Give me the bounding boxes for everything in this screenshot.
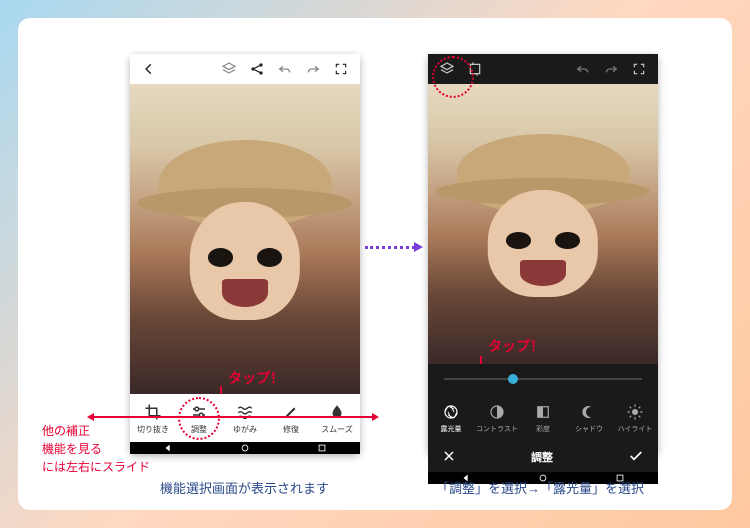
adjust-toolbar: 露光量 コントラスト 彩度 シャドウ ハイライト bbox=[428, 394, 658, 442]
back-icon[interactable] bbox=[138, 58, 160, 80]
phone-screenshot-1: タップ！ 切り抜き 調整 ゆがみ 修復 スムーズ bbox=[130, 54, 360, 454]
tool-shadow[interactable]: シャドウ bbox=[568, 402, 610, 434]
tools-toolbar: 切り抜き 調整 ゆがみ 修復 スムーズ bbox=[130, 394, 360, 442]
close-icon[interactable] bbox=[442, 449, 456, 466]
nav-recent-icon[interactable] bbox=[317, 443, 327, 453]
redo-icon[interactable] bbox=[600, 58, 622, 80]
caption-2: 「調整」を選択→「露光量」を選択 bbox=[436, 478, 644, 497]
phone-screenshot-2: タップ！ 露光量 コントラスト 彩度 シャドウ ハイライト 調整 bbox=[428, 54, 658, 454]
caption-1: 機能選択画面が表示されます bbox=[160, 478, 329, 497]
tool-label: コントラスト bbox=[476, 424, 518, 434]
share-icon[interactable] bbox=[246, 58, 268, 80]
tool-contrast[interactable]: コントラスト bbox=[476, 402, 518, 434]
android-navbar bbox=[130, 442, 360, 454]
tool-highlight[interactable]: ハイライト bbox=[614, 402, 656, 434]
drop-icon bbox=[327, 402, 347, 422]
shadow-icon bbox=[579, 402, 599, 422]
side-note-line: には左右にスライド bbox=[42, 458, 150, 476]
fullscreen-icon[interactable] bbox=[628, 58, 650, 80]
slider-handle[interactable] bbox=[508, 374, 518, 384]
nav-home-icon[interactable] bbox=[240, 443, 250, 453]
highlight-icon bbox=[625, 402, 645, 422]
side-note: 他の補正 機能を見る には左右にスライド bbox=[42, 422, 150, 476]
crop-tool-icon[interactable] bbox=[464, 58, 486, 80]
tool-label: シャドウ bbox=[575, 424, 603, 434]
photo-preview: タップ！ bbox=[130, 84, 360, 394]
layers-icon[interactable] bbox=[218, 58, 240, 80]
contrast-icon bbox=[487, 402, 507, 422]
tool-label: 調整 bbox=[191, 424, 207, 435]
slider-track[interactable] bbox=[444, 378, 642, 380]
tool-heal[interactable]: 修復 bbox=[270, 402, 312, 435]
undo-icon[interactable] bbox=[572, 58, 594, 80]
slide-arrow bbox=[90, 416, 376, 418]
layers-icon[interactable] bbox=[436, 58, 458, 80]
transition-arrow bbox=[365, 246, 420, 249]
waves-icon bbox=[235, 402, 255, 422]
tool-saturation[interactable]: 彩度 bbox=[522, 402, 564, 434]
aperture-icon bbox=[441, 402, 461, 422]
saturation-icon bbox=[533, 402, 553, 422]
tool-label: 露光量 bbox=[441, 424, 462, 434]
tool-distort[interactable]: ゆがみ bbox=[224, 402, 266, 435]
side-note-line: 機能を見る bbox=[42, 440, 150, 458]
tool-label: ゆがみ bbox=[233, 424, 257, 435]
tool-label: ハイライト bbox=[618, 424, 653, 434]
tool-adjust[interactable]: 調整 bbox=[178, 397, 220, 440]
top-toolbar bbox=[130, 54, 360, 84]
tool-label: スムーズ bbox=[321, 424, 353, 435]
adjust-icon bbox=[189, 402, 209, 422]
slider-area bbox=[428, 364, 658, 394]
fullscreen-icon[interactable] bbox=[330, 58, 352, 80]
tool-label: 彩度 bbox=[536, 424, 550, 434]
tool-label: 修復 bbox=[283, 424, 299, 435]
redo-icon[interactable] bbox=[302, 58, 324, 80]
panel-title: 調整 bbox=[531, 449, 553, 465]
top-toolbar bbox=[428, 54, 658, 84]
side-note-line: 他の補正 bbox=[42, 422, 150, 440]
undo-icon[interactable] bbox=[274, 58, 296, 80]
confirm-icon[interactable] bbox=[628, 448, 644, 467]
tool-exposure[interactable]: 露光量 bbox=[430, 402, 472, 434]
tool-smooth[interactable]: スムーズ bbox=[316, 402, 358, 435]
tap-annotation: タップ！ bbox=[488, 336, 544, 356]
brush-icon bbox=[281, 402, 301, 422]
crop-icon bbox=[143, 402, 163, 422]
photo-preview: タップ！ bbox=[428, 84, 658, 364]
tap-annotation: タップ！ bbox=[228, 368, 284, 388]
bottom-bar: 調整 bbox=[428, 442, 658, 472]
nav-back-icon[interactable] bbox=[163, 443, 173, 453]
